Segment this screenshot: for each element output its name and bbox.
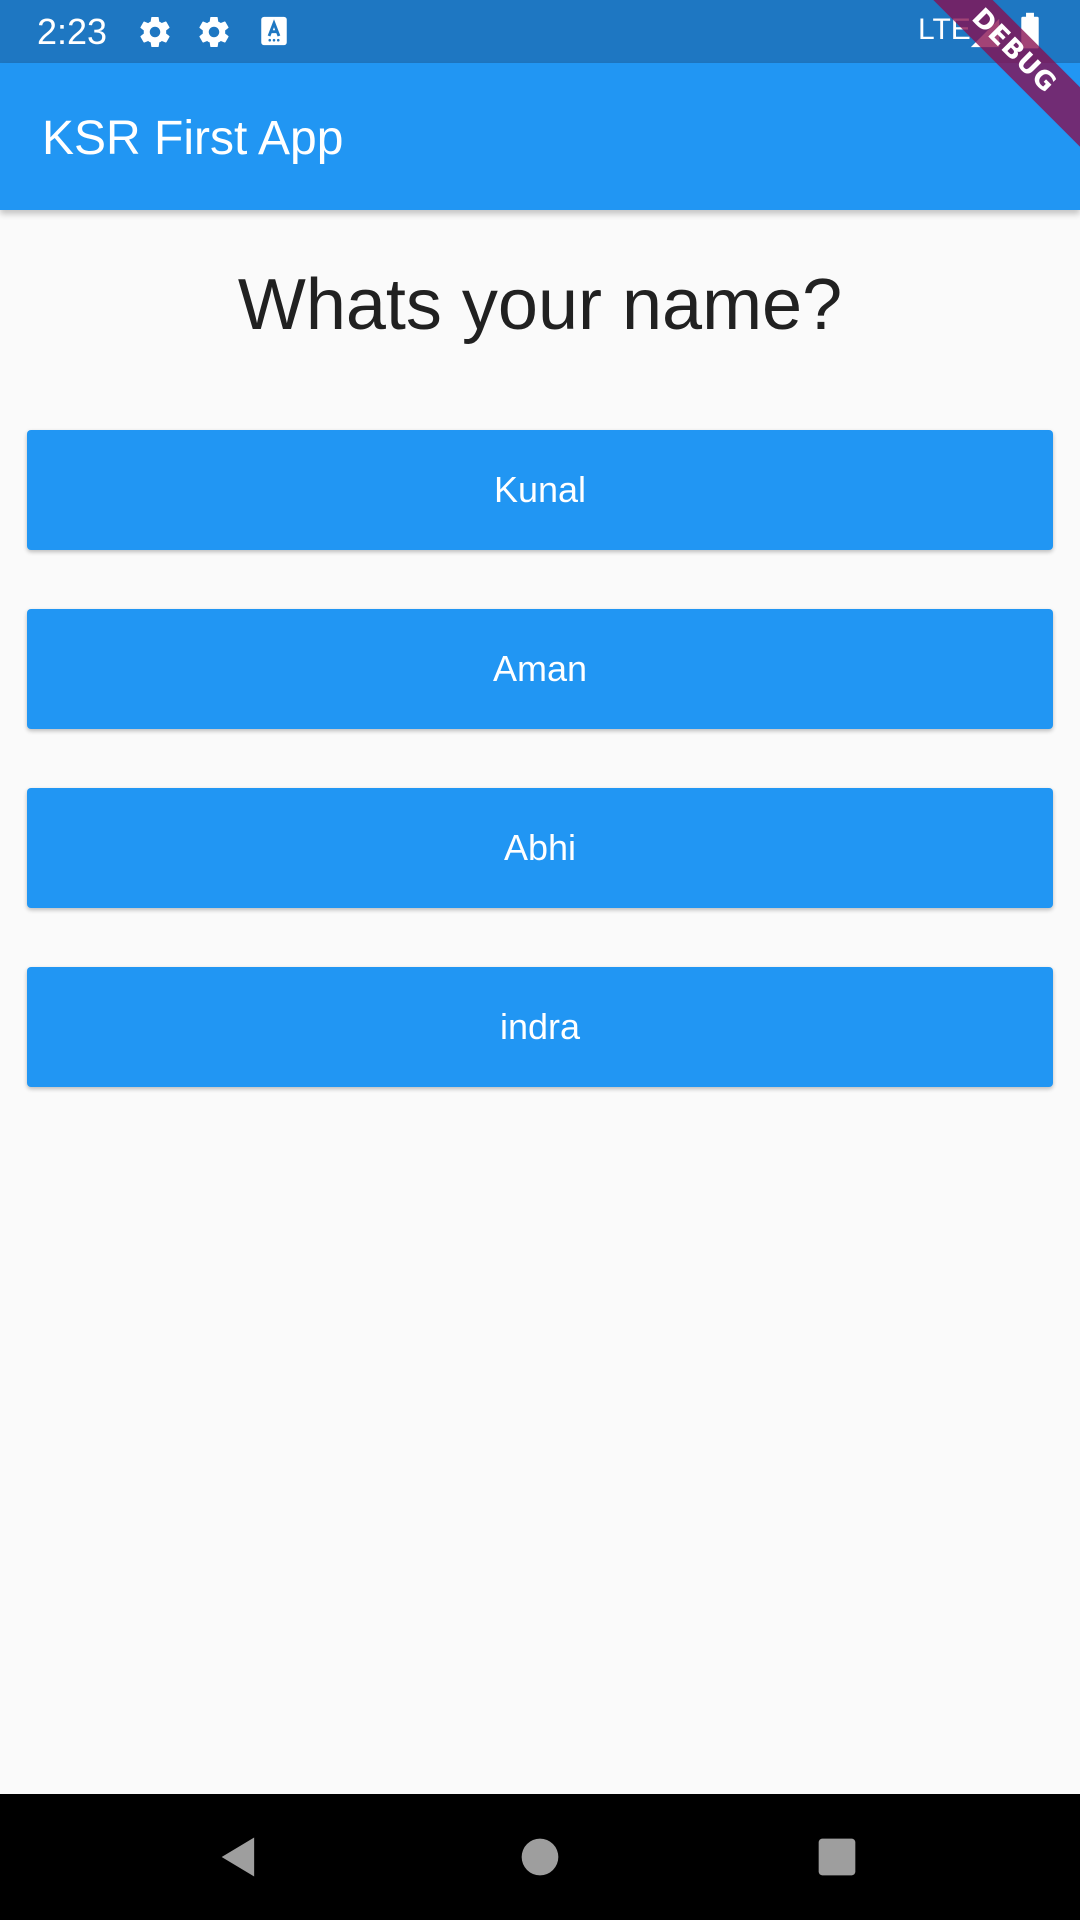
settings-icon [196,14,232,50]
answer-button-kunal[interactable]: Kunal [27,430,1053,550]
system-nav-bar [0,1794,1080,1920]
answer-button-aman[interactable]: Aman [27,609,1053,729]
status-bar: 2:23 LTE [0,0,1080,63]
answer-list: Kunal Aman Abhi indra [27,430,1053,1146]
app-screen: 2:23 LTE KSR First App DEBUG Whats your … [0,0,1080,1920]
answer-button-indra[interactable]: indra [27,967,1053,1087]
keyboard-a-icon [257,14,293,50]
recents-icon[interactable] [801,1821,873,1893]
back-icon[interactable] [203,1821,275,1893]
status-time: 2:23 [37,11,108,52]
app-bar: KSR First App [0,63,1080,210]
answer-button-abhi[interactable]: Abhi [27,788,1053,908]
home-icon[interactable] [504,1821,576,1893]
settings-icon [137,14,173,50]
question-text: Whats your name? [237,265,843,345]
app-title: KSR First App [42,112,344,165]
